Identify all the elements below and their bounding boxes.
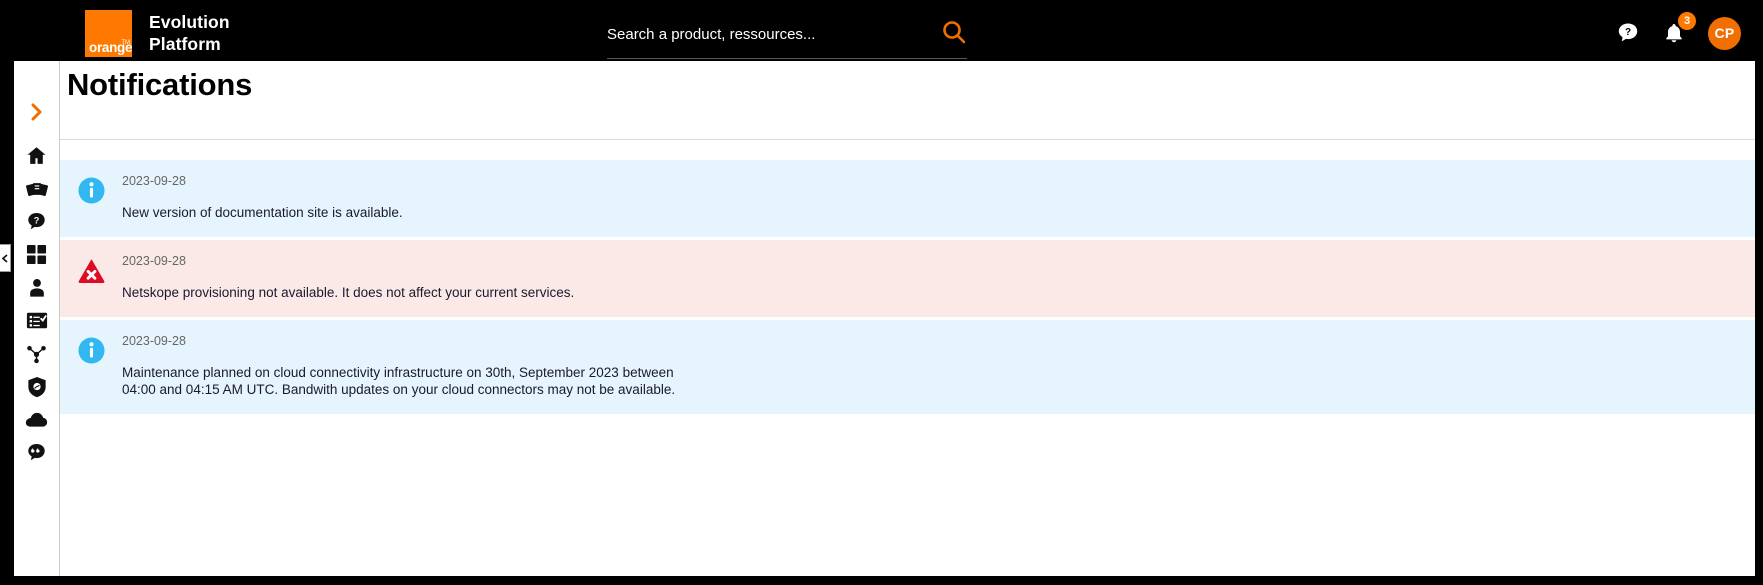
svg-text:?: ? [1625, 27, 1631, 38]
notification-body: 2023-09-28 Maintenance planned on cloud … [122, 334, 682, 398]
notification-body: 2023-09-28 New version of documentation … [122, 174, 403, 221]
notification-list: 2023-09-28 New version of documentation … [60, 140, 1755, 414]
cloud-icon [25, 412, 48, 427]
brand-title: Evolution Platform [149, 11, 230, 55]
avatar[interactable]: CP [1708, 16, 1741, 50]
search-input[interactable] [607, 21, 907, 47]
brand-title-line1: Evolution [149, 12, 230, 32]
notification-badge-count: 3 [1678, 12, 1696, 30]
sidebar-item-cloud[interactable] [14, 403, 60, 436]
svg-text:?: ? [34, 216, 40, 226]
notification-item-error-1[interactable]: 2023-09-28 Netskope provisioning not ava… [60, 240, 1755, 317]
grid-icon [26, 244, 47, 265]
info-circle-icon [78, 177, 105, 204]
sidebar-collapse-handle[interactable] [0, 244, 11, 272]
orange-logo-tm: TM [121, 39, 130, 46]
sidebar-item-security[interactable] [14, 370, 60, 403]
notification-date: 2023-09-28 [122, 254, 186, 268]
user-icon [29, 279, 44, 297]
notification-item-info-1[interactable]: 2023-09-28 New version of documentation … [60, 160, 1755, 237]
notifications-button[interactable]: 3 [1662, 12, 1696, 45]
info-circle-icon [78, 337, 105, 364]
shield-icon [27, 376, 46, 397]
notification-message: New version of documentation site is ava… [122, 205, 403, 220]
sidebar-item-home[interactable] [14, 139, 60, 172]
error-triangle-icon [78, 259, 105, 283]
sidebar-item-feedback[interactable] [14, 436, 60, 469]
network-icon [27, 345, 46, 364]
orange-logo-icon: orange TM [85, 9, 133, 57]
help-bubble-icon: ? [28, 213, 45, 230]
help-bubble-icon: ? [1618, 23, 1638, 42]
notification-body: 2023-09-28 Netskope provisioning not ava… [122, 254, 574, 301]
notification-date: 2023-09-28 [122, 174, 186, 188]
sidebar-item-catalog[interactable] [14, 172, 60, 205]
sidebar-item-orders[interactable] [14, 304, 60, 337]
cards-icon [25, 182, 48, 196]
chevron-left-icon [1, 253, 8, 263]
main-content: Notifications 2023-09-28 New version of … [60, 61, 1755, 576]
app-body: ? Notifications 2023-09-28 New version o… [14, 61, 1755, 576]
sidebar-item-applications[interactable] [14, 238, 60, 271]
page-title: Notifications [67, 67, 253, 102]
help-button[interactable]: ? [1616, 21, 1640, 45]
sidebar-item-network[interactable] [14, 337, 60, 370]
notification-item-info-2[interactable]: 2023-09-28 Maintenance planned on cloud … [60, 320, 1755, 414]
quote-bubble-icon [28, 444, 45, 461]
search-button[interactable] [941, 19, 967, 45]
sidebar-item-support[interactable]: ? [14, 205, 60, 238]
brand-logo-area[interactable]: orange TM Evolution Platform [85, 9, 230, 57]
notification-date: 2023-09-28 [122, 334, 186, 348]
app-window: orange TM Evolution Platform ? [0, 0, 1763, 585]
brand-title-line2: Platform [149, 34, 221, 54]
home-icon [27, 147, 46, 164]
notification-message: Maintenance planned on cloud connectivit… [122, 365, 676, 397]
search-bar [607, 21, 967, 59]
sidebar-item-expand-sidebar[interactable] [14, 95, 60, 128]
sidebar-item-account[interactable] [14, 271, 60, 304]
chevron-right-icon [31, 103, 41, 120]
left-sidebar: ? [14, 61, 60, 576]
notification-message: Netskope provisioning not available. It … [122, 285, 575, 300]
top-header-bar: orange TM Evolution Platform ? [14, 5, 1755, 61]
checklist-icon [26, 312, 47, 329]
search-icon [943, 21, 966, 44]
header-actions: ? 3 CP [1616, 5, 1741, 61]
